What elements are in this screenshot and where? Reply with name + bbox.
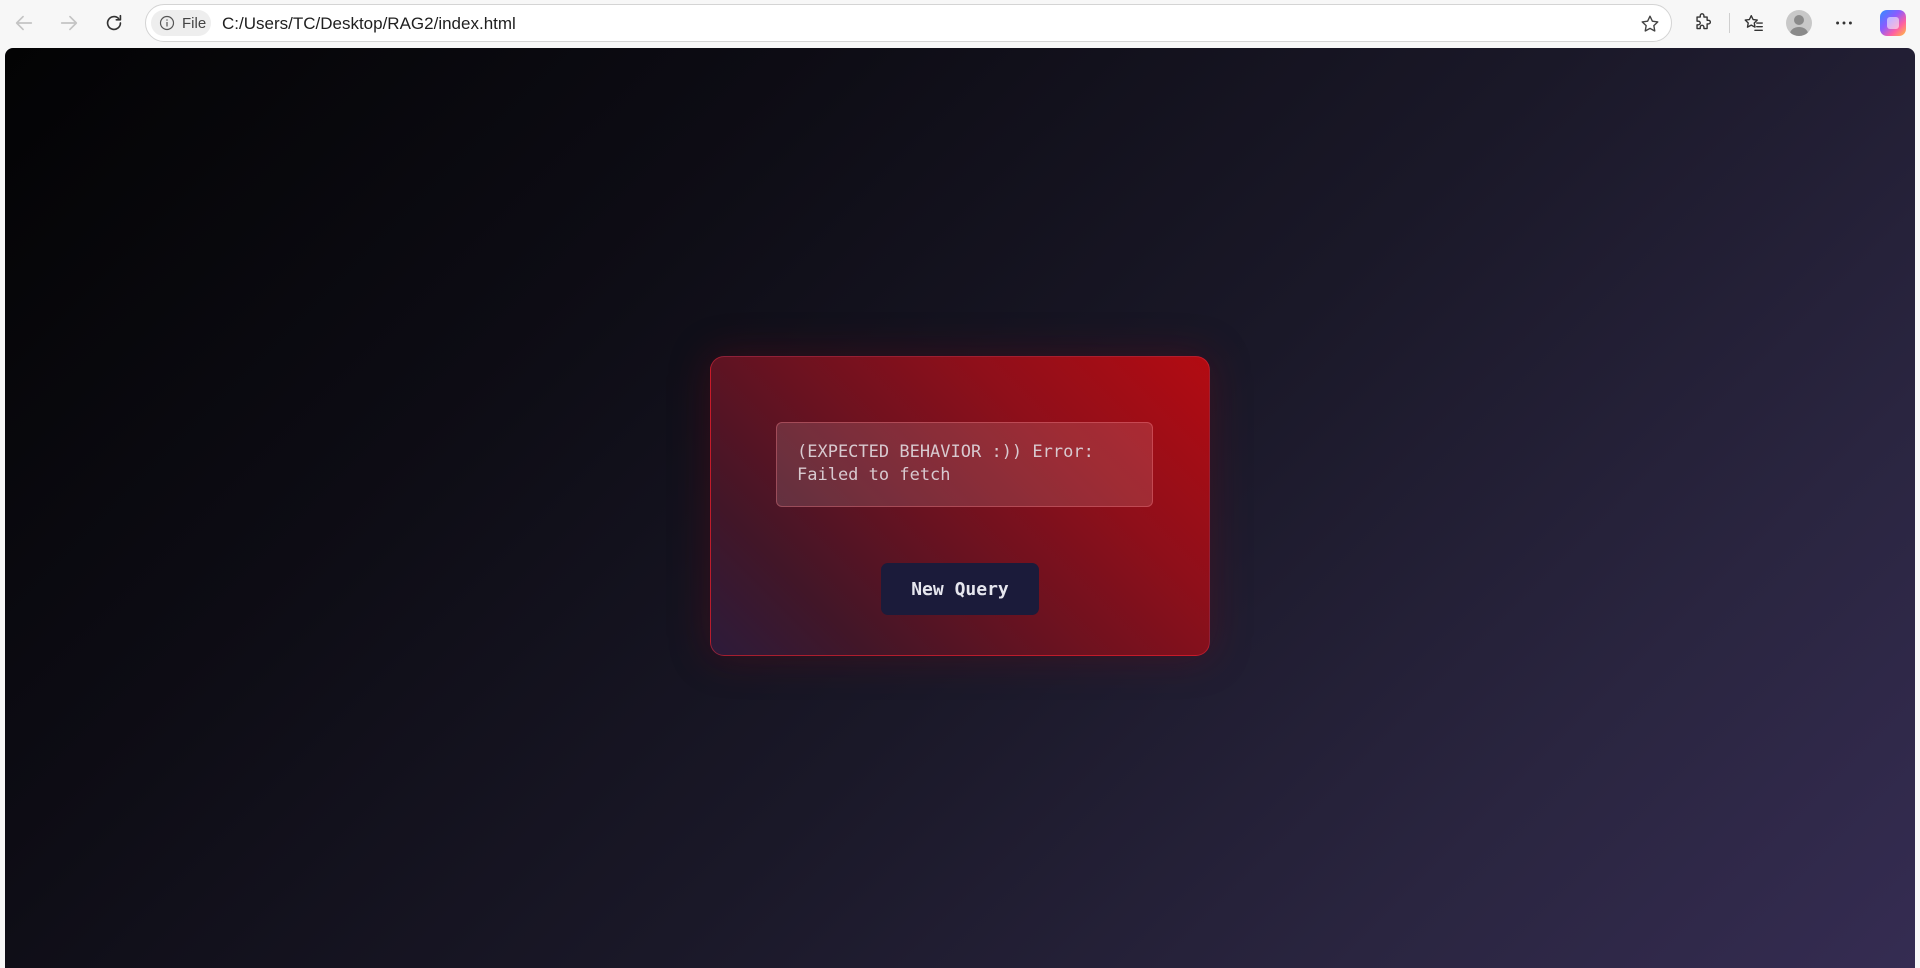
forward-arrow-icon xyxy=(60,15,78,31)
browser-toolbar: File C:/Users/TC/Desktop/RAG2/index.html xyxy=(0,0,1920,46)
extensions-icon xyxy=(1696,13,1711,30)
info-icon xyxy=(159,15,175,31)
favorites-icon xyxy=(1744,14,1763,32)
copilot-icon xyxy=(1880,10,1906,36)
toolbar-separator xyxy=(1729,13,1730,33)
copilot-button[interactable] xyxy=(1877,7,1909,39)
more-options-button[interactable] xyxy=(1828,7,1860,39)
profile-button[interactable] xyxy=(1783,7,1815,39)
error-card: (EXPECTED BEHAVIOR :)) Error: Failed to … xyxy=(710,356,1210,656)
more-options-icon xyxy=(1836,21,1852,25)
star-icon xyxy=(1641,15,1659,32)
site-chip-label: File xyxy=(182,14,207,32)
url-text[interactable]: C:/Users/TC/Desktop/RAG2/index.html xyxy=(222,14,516,34)
forward-button[interactable] xyxy=(53,7,85,39)
page-viewport: (EXPECTED BEHAVIOR :)) Error: Failed to … xyxy=(5,48,1915,968)
add-favorite-button[interactable] xyxy=(1636,10,1664,38)
back-arrow-icon xyxy=(15,15,33,31)
new-query-button[interactable]: New Query xyxy=(881,563,1039,615)
extensions-button[interactable] xyxy=(1687,7,1719,39)
address-bar[interactable]: File C:/Users/TC/Desktop/RAG2/index.html xyxy=(145,4,1672,42)
favorites-button[interactable] xyxy=(1738,7,1770,39)
back-button[interactable] xyxy=(8,7,40,39)
reload-icon xyxy=(106,14,122,31)
reload-button[interactable] xyxy=(98,7,130,39)
profile-avatar-icon xyxy=(1786,10,1812,36)
site-info-chip[interactable]: File xyxy=(151,10,211,36)
error-message: (EXPECTED BEHAVIOR :)) Error: Failed to … xyxy=(797,442,1094,485)
error-message-box: (EXPECTED BEHAVIOR :)) Error: Failed to … xyxy=(776,422,1153,507)
